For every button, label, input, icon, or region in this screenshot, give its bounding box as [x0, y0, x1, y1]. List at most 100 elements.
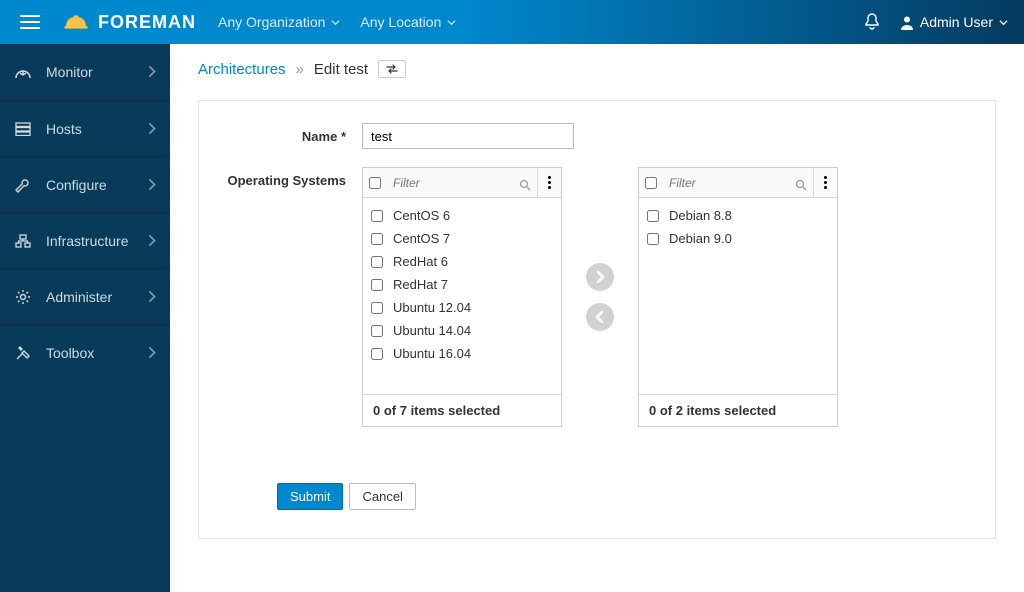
kebab-icon [548, 176, 551, 189]
user-menu[interactable]: Admin User [900, 14, 1008, 30]
available-list-item[interactable]: Ubuntu 12.04 [363, 296, 561, 319]
brand-logo[interactable]: FOREMAN [62, 12, 196, 33]
available-item-label: CentOS 7 [393, 231, 450, 246]
available-item-checkbox[interactable] [371, 325, 383, 337]
name-input[interactable] [362, 123, 574, 149]
selected-listbox: Debian 8.8 Debian 9.0 0 of 2 items select… [638, 167, 838, 427]
selected-footer: 0 of 2 items selected [639, 394, 837, 426]
available-item-label: RedHat 6 [393, 254, 448, 269]
sidebar-item-label: Infrastructure [46, 233, 149, 249]
available-list-item[interactable]: RedHat 7 [363, 273, 561, 296]
available-item-checkbox[interactable] [371, 233, 383, 245]
sidebar-item-label: Monitor [46, 64, 149, 80]
sidebar-item-toolbox[interactable]: Toolbox [0, 324, 170, 380]
name-label: Name * [227, 123, 362, 144]
chevron-right-icon [149, 345, 156, 361]
move-right-button[interactable] [586, 263, 614, 291]
user-icon [900, 15, 914, 30]
org-label: Any Organization [218, 14, 325, 30]
user-name: Admin User [920, 14, 993, 30]
sidebar-nav: Monitor Hosts Configure Infrastructure Admin… [0, 44, 170, 592]
move-left-button[interactable] [586, 303, 614, 331]
servers-icon [14, 122, 32, 136]
wrench-icon [14, 177, 32, 193]
hamburger-icon [20, 14, 40, 30]
breadcrumb: Architectures » Edit test [198, 60, 996, 78]
breadcrumb-parent-link[interactable]: Architectures [198, 61, 286, 78]
sidebar-item-label: Toolbox [46, 345, 149, 361]
search-icon [519, 178, 531, 194]
available-list-item[interactable]: CentOS 6 [363, 204, 561, 227]
available-filter-input[interactable] [387, 172, 537, 194]
chevron-right-icon [149, 177, 156, 193]
selected-select-all-checkbox[interactable] [645, 177, 657, 189]
chevron-down-icon [999, 18, 1008, 27]
available-item-checkbox[interactable] [371, 348, 383, 360]
kebab-icon [824, 176, 827, 189]
available-item-label: Ubuntu 14.04 [393, 323, 471, 338]
selected-list-item[interactable]: Debian 9.0 [639, 227, 837, 250]
breadcrumb-separator: » [296, 61, 304, 78]
search-icon [795, 178, 807, 194]
sidebar-item-configure[interactable]: Configure [0, 156, 170, 212]
available-list-item[interactable]: RedHat 6 [363, 250, 561, 273]
chevron-right-icon [149, 121, 156, 137]
selected-item-checkbox[interactable] [647, 233, 659, 245]
chevron-left-icon [595, 311, 605, 323]
selected-item-label: Debian 9.0 [669, 231, 732, 246]
selected-kebab-menu[interactable] [813, 168, 837, 197]
notifications-button[interactable] [864, 13, 880, 31]
available-list-item[interactable]: Ubuntu 14.04 [363, 319, 561, 342]
chevron-right-icon [595, 271, 605, 283]
top-navbar: FOREMAN Any Organization Any Location Ad… [0, 0, 1024, 44]
available-footer: 0 of 7 items selected [363, 394, 561, 426]
available-listbox: CentOS 6 CentOS 7 RedHat 6 RedHat 7 Ubuntu 1… [362, 167, 562, 427]
available-item-checkbox[interactable] [371, 279, 383, 291]
available-item-label: Ubuntu 16.04 [393, 346, 471, 361]
hamburger-menu-button[interactable] [10, 14, 50, 30]
selected-item-checkbox[interactable] [647, 210, 659, 222]
form-panel: Name * Operating Systems [198, 100, 996, 539]
available-item-checkbox[interactable] [371, 256, 383, 268]
sidebar-item-hosts[interactable]: Hosts [0, 100, 170, 156]
submit-button[interactable]: Submit [277, 483, 343, 510]
sidebar-item-label: Hosts [46, 121, 149, 137]
available-item-checkbox[interactable] [371, 210, 383, 222]
breadcrumb-switcher-button[interactable] [378, 60, 406, 78]
chevron-down-icon [447, 18, 456, 27]
chevron-down-icon [331, 18, 340, 27]
available-item-label: CentOS 6 [393, 208, 450, 223]
available-item-label: Ubuntu 12.04 [393, 300, 471, 315]
available-select-all-checkbox[interactable] [369, 177, 381, 189]
sidebar-item-monitor[interactable]: Monitor [0, 44, 170, 100]
sidebar-item-infrastructure[interactable]: Infrastructure [0, 212, 170, 268]
network-icon [14, 234, 32, 248]
available-kebab-menu[interactable] [537, 168, 561, 197]
selected-filter-input[interactable] [663, 172, 813, 194]
swap-icon [386, 64, 398, 74]
selected-list-item[interactable]: Debian 8.8 [639, 204, 837, 227]
cancel-button[interactable]: Cancel [349, 483, 415, 510]
sidebar-item-administer[interactable]: Administer [0, 268, 170, 324]
available-item-checkbox[interactable] [371, 302, 383, 314]
sidebar-item-label: Administer [46, 289, 149, 305]
chevron-right-icon [149, 64, 156, 80]
available-list-item[interactable]: Ubuntu 16.04 [363, 342, 561, 365]
location-selector[interactable]: Any Location [360, 14, 456, 30]
org-selector[interactable]: Any Organization [218, 14, 340, 30]
dashboard-icon [14, 65, 32, 79]
tools-icon [14, 345, 32, 361]
dual-list-selector: CentOS 6 CentOS 7 RedHat 6 RedHat 7 Ubuntu 1… [362, 167, 838, 427]
available-list-item[interactable]: CentOS 7 [363, 227, 561, 250]
chevron-right-icon [149, 289, 156, 305]
main-content: Architectures » Edit test Name * Operati… [170, 44, 1024, 592]
helmet-icon [62, 12, 90, 32]
selected-item-label: Debian 8.8 [669, 208, 732, 223]
gear-icon [14, 289, 32, 305]
available-item-label: RedHat 7 [393, 277, 448, 292]
sidebar-item-label: Configure [46, 177, 149, 193]
os-label: Operating Systems [227, 167, 362, 188]
chevron-right-icon [149, 233, 156, 249]
brand-text: FOREMAN [98, 12, 196, 33]
bell-icon [864, 13, 880, 31]
